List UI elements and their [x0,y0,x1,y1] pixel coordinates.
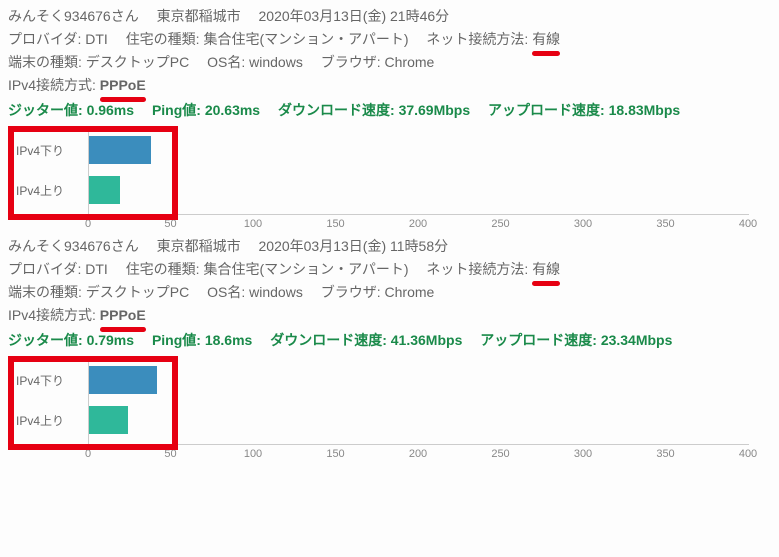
x-tick: 350 [656,448,674,460]
ping-label: Ping値: [152,332,201,348]
download-label: ダウンロード速度: [270,332,387,348]
jitter-label: ジッター値: [8,102,83,118]
plot-area [88,356,749,445]
house-value: 集合住宅(マンション・アパート) [203,261,408,277]
upload-label: アップロード速度: [488,102,605,118]
bar-upload [89,406,128,434]
browser-value: Chrome [385,54,435,70]
ping-label: Ping値: [152,102,201,118]
info-line-3: IPv4接続方式: PPPoE [8,305,771,326]
datetime: 2020年03月13日(金) 21時46分 [259,8,450,24]
result-entry: みんそく934676さん 東京都稲城市 2020年03月13日(金) 11時58… [8,236,771,456]
browser-label: ブラウザ: [321,284,381,300]
download-value: 37.69Mbps [399,102,471,118]
location: 東京都稲城市 [157,8,241,24]
x-tick: 50 [164,218,176,230]
x-axis: 050100150200250300350400 [88,214,748,234]
device-value: デスクトップPC [86,284,189,300]
upload-label: アップロード速度: [480,332,597,348]
info-line-3: IPv4接続方式: PPPoE [8,75,771,96]
x-tick: 250 [491,448,509,460]
house-value: 集合住宅(マンション・アパート) [203,31,408,47]
bar-upload [89,176,120,204]
info-line-2: 端末の種類: デスクトップPC OS名: windows ブラウザ: Chrom… [8,52,771,73]
provider-value: DTI [85,261,108,277]
nettype-label: ネット接続方法: [426,261,528,277]
x-tick: 150 [326,218,344,230]
stats-line: ジッター値: 0.79ms Ping値: 18.6ms ダウンロード速度: 41… [8,330,771,350]
x-tick: 200 [409,218,427,230]
x-tick: 400 [739,448,757,460]
jitter-label: ジッター値: [8,332,83,348]
ipv4-label: IPv4接続方式: [8,77,96,93]
datetime: 2020年03月13日(金) 11時58分 [259,238,449,254]
x-tick: 100 [244,218,262,230]
speed-chart: IPv4下り IPv4上り 050100150200250300350400 [8,126,748,226]
bar-download [89,136,151,164]
provider-label: プロバイダ: [8,261,81,277]
nettype-value: 有線 [532,259,560,280]
nettype-value: 有線 [532,29,560,50]
x-tick: 0 [85,218,91,230]
result-entry: みんそく934676さん 東京都稲城市 2020年03月13日(金) 21時46… [8,6,771,226]
header-line: みんそく934676さん 東京都稲城市 2020年03月13日(金) 21時46… [8,6,771,27]
ping-value: 18.6ms [205,332,252,348]
chart-ylabel-download: IPv4下り [16,142,64,159]
ipv4-value: PPPoE [100,305,146,326]
house-label: 住宅の種類: [126,31,200,47]
nettype-label: ネット接続方法: [426,31,528,47]
stats-line: ジッター値: 0.96ms Ping値: 20.63ms ダウンロード速度: 3… [8,100,771,120]
plot-area [88,126,749,215]
ping-value: 20.63ms [205,102,260,118]
upload-value: 23.34Mbps [601,332,673,348]
user-name: みんそく934676さん [8,238,139,254]
download-value: 41.36Mbps [391,332,463,348]
provider-label: プロバイダ: [8,31,81,47]
browser-label: ブラウザ: [321,54,381,70]
location: 東京都稲城市 [157,238,241,254]
download-label: ダウンロード速度: [278,102,395,118]
device-label: 端末の種類: [8,284,82,300]
house-label: 住宅の種類: [126,261,200,277]
x-tick: 200 [409,448,427,460]
chart-ylabel-upload: IPv4上り [16,412,64,429]
browser-value: Chrome [385,284,435,300]
ipv4-label: IPv4接続方式: [8,307,96,323]
header-line: みんそく934676さん 東京都稲城市 2020年03月13日(金) 11時58… [8,236,771,257]
info-line-2: 端末の種類: デスクトップPC OS名: windows ブラウザ: Chrom… [8,282,771,303]
os-label: OS名: [207,54,245,70]
os-label: OS名: [207,284,245,300]
x-axis: 050100150200250300350400 [88,444,748,464]
x-tick: 400 [739,218,757,230]
device-label: 端末の種類: [8,54,82,70]
info-line-1: プロバイダ: DTI 住宅の種類: 集合住宅(マンション・アパート) ネット接続… [8,259,771,280]
x-tick: 50 [164,448,176,460]
info-line-1: プロバイダ: DTI 住宅の種類: 集合住宅(マンション・アパート) ネット接続… [8,29,771,50]
chart-ylabel-download: IPv4下り [16,372,64,389]
upload-value: 18.83Mbps [609,102,681,118]
chart-ylabel-upload: IPv4上り [16,182,64,199]
bar-download [89,366,157,394]
speed-chart: IPv4下り IPv4上り 050100150200250300350400 [8,356,748,456]
jitter-value: 0.79ms [87,332,134,348]
device-value: デスクトップPC [86,54,189,70]
x-tick: 300 [574,218,592,230]
x-tick: 350 [656,218,674,230]
os-value: windows [249,54,303,70]
x-tick: 250 [491,218,509,230]
x-tick: 150 [326,448,344,460]
user-name: みんそく934676さん [8,8,139,24]
x-tick: 300 [574,448,592,460]
provider-value: DTI [85,31,108,47]
ipv4-value: PPPoE [100,75,146,96]
jitter-value: 0.96ms [87,102,134,118]
x-tick: 0 [85,448,91,460]
x-tick: 100 [244,448,262,460]
os-value: windows [249,284,303,300]
